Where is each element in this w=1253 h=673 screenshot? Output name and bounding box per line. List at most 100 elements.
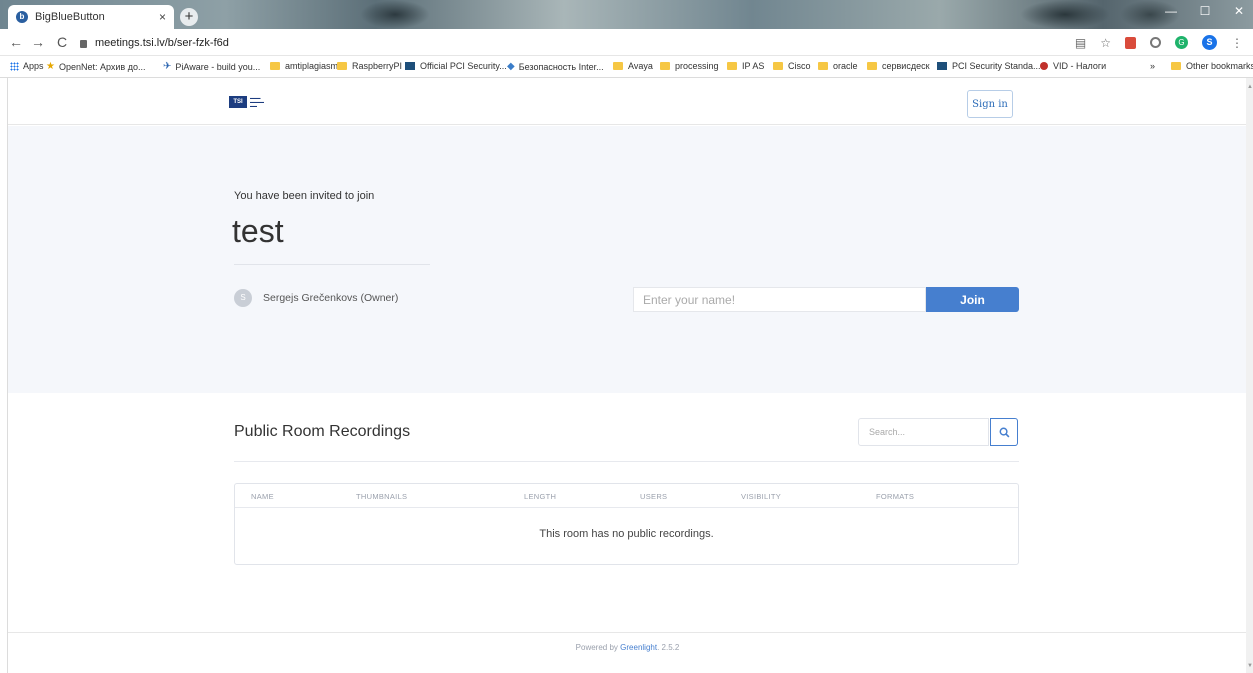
bookmark-label: Avaya (628, 61, 653, 71)
version-text: . 2.5.2 (657, 643, 680, 652)
scroll-down-icon[interactable]: ▼ (1247, 663, 1253, 669)
window-controls: — ☐ ✕ (1163, 4, 1247, 18)
folder-icon (270, 62, 280, 70)
folder-icon (660, 62, 670, 70)
vid-icon (1040, 62, 1048, 70)
page-viewport: TSI ▬▬▬ ▬▬▬▬ ▬▬ Sign in You have been invi… (7, 78, 1247, 673)
url-text: meetings.tsi.lv/b/ser-fzk-f6d (95, 36, 229, 49)
plane-icon: ✈ (163, 61, 172, 72)
divider (234, 461, 1019, 462)
tab-close-icon[interactable]: × (159, 10, 166, 24)
minimize-icon[interactable]: — (1163, 4, 1179, 18)
extension-green-icon[interactable]: G (1175, 36, 1188, 49)
bookmark-amtiplagiasm[interactable]: amtiplagiasm (270, 61, 338, 71)
folder-icon (727, 62, 737, 70)
column-header-users[interactable]: USERS (640, 492, 667, 501)
page-scrollbar[interactable]: ▲ ▼ (1246, 78, 1253, 673)
column-header-thumbnails: THUMBNAILS (356, 492, 408, 501)
bookmark-apps[interactable]: Apps (10, 61, 44, 71)
bookmark-servicedesk[interactable]: сервисдеск (867, 61, 930, 71)
bookmark-ipas[interactable]: IP AS (727, 61, 764, 71)
diamond-icon: ◆ (507, 61, 515, 72)
forward-icon[interactable]: → (30, 34, 46, 50)
extension-office-icon[interactable] (1125, 36, 1136, 49)
table-header: NAME THUMBNAILS LENGTH USERS VISIBILITY … (235, 484, 1018, 508)
bookmark-piaware[interactable]: ✈ PiAware - build you... (163, 61, 260, 72)
bigbluebutton-favicon-icon: b (16, 11, 28, 23)
bookmark-label: VID - Налоги (1053, 61, 1107, 71)
browser-tab[interactable]: b BigBlueButton × (8, 5, 174, 29)
site-header: TSI ▬▬▬ ▬▬▬▬ ▬▬ Sign in (8, 78, 1247, 125)
bookmark-raspberrypi[interactable]: RaspberryPI (337, 61, 402, 71)
empty-recordings-message: This room has no public recordings. (539, 528, 714, 540)
room-name: test (232, 213, 284, 249)
search-input[interactable]: Search... (858, 418, 989, 446)
bookmark-avaya[interactable]: Avaya (613, 61, 653, 71)
bookmark-label: PiAware - build you... (175, 61, 261, 72)
name-input[interactable]: Enter your name! (633, 287, 926, 312)
translate-icon[interactable]: ▤ (1075, 36, 1086, 50)
lock-icon (80, 39, 87, 48)
room-owner: S Sergejs Grečenkovs (Owner) (234, 289, 398, 307)
titlebar-decoration (1020, 0, 1110, 29)
bookmark-pci-standards[interactable]: PCI Security Standa... (937, 61, 1041, 71)
column-header-length[interactable]: LENGTH (524, 492, 556, 501)
bookmark-label: amtiplagiasm (285, 61, 339, 71)
new-tab-button[interactable]: + (180, 8, 198, 26)
bookmark-label: RaspberryPI (352, 61, 403, 71)
bookmark-cisco[interactable]: Cisco (773, 61, 811, 71)
bookmarks-more-button[interactable]: » (1150, 61, 1155, 71)
bookmark-label: processing (675, 61, 719, 71)
search-icon (999, 427, 1009, 437)
bookmark-label: OpenNet: Архив до... (58, 61, 146, 72)
bookmark-opennet[interactable]: ★ OpenNet: Архив до... (46, 61, 145, 72)
folder-icon (337, 62, 347, 70)
column-header-formats: FORMATS (876, 492, 915, 501)
bookmark-star-icon[interactable]: ☆ (1100, 36, 1111, 50)
join-button[interactable]: Join (926, 287, 1019, 312)
divider (234, 264, 430, 265)
browser-titlebar: b BigBlueButton × + — ☐ ✕ (0, 0, 1253, 29)
invited-text: You have been invited to join (234, 190, 375, 202)
folder-icon (613, 62, 623, 70)
bookmark-oracle[interactable]: oracle (818, 61, 858, 71)
bookmark-label: Other bookmarks (1186, 61, 1253, 71)
join-hero (8, 126, 1247, 393)
bookmark-processing[interactable]: processing (660, 61, 719, 71)
menu-dots-icon[interactable]: ⋮ (1231, 36, 1243, 50)
column-header-name[interactable]: NAME (251, 492, 274, 501)
bookmark-label: Apps (23, 61, 44, 71)
logo-wordmark: ▬▬▬ ▬▬▬▬ ▬▬ (250, 96, 264, 108)
chevron-double-icon: » (1150, 61, 1156, 71)
bookmark-label: Cisco (788, 61, 811, 71)
bookmark-pci-official[interactable]: Official PCI Security... (405, 61, 507, 71)
profile-avatar[interactable]: S (1202, 35, 1217, 50)
back-icon[interactable]: ← (8, 34, 24, 50)
column-header-visibility[interactable]: VISIBILITY (741, 492, 781, 501)
bookmark-label: Безопасность Inter... (518, 61, 604, 72)
bookmark-label: Official PCI Security... (420, 61, 507, 71)
tab-title: BigBlueButton (35, 11, 105, 23)
bookmark-label: сервисдеск (882, 61, 930, 71)
greenlight-link[interactable]: Greenlight (620, 643, 657, 652)
bookmark-vid[interactable]: VID - Налоги (1040, 61, 1106, 71)
scroll-up-icon[interactable]: ▲ (1247, 84, 1253, 90)
close-window-icon[interactable]: ✕ (1231, 4, 1247, 18)
folder-icon (1171, 62, 1181, 70)
maximize-icon[interactable]: ☐ (1197, 4, 1213, 18)
recordings-title: Public Room Recordings (234, 423, 411, 440)
tsi-logo[interactable]: TSI ▬▬▬ ▬▬▬▬ ▬▬ (229, 96, 276, 108)
extension-circle-icon[interactable] (1150, 37, 1161, 48)
search-button[interactable] (990, 418, 1018, 446)
address-bar: ← → C meetings.tsi.lv/b/ser-fzk-f6d ▤ ☆ … (0, 29, 1253, 56)
other-bookmarks[interactable]: Other bookmarks (1171, 61, 1253, 71)
reload-icon[interactable]: C (54, 34, 70, 50)
folder-icon (818, 62, 828, 70)
url-field[interactable]: meetings.tsi.lv/b/ser-fzk-f6d (80, 34, 1080, 51)
recordings-table: NAME THUMBNAILS LENGTH USERS VISIBILITY … (234, 483, 1019, 565)
bookmark-security[interactable]: ◆ Безопасность Inter... (507, 61, 604, 72)
sign-in-button[interactable]: Sign in (967, 90, 1013, 118)
apps-grid-icon (10, 61, 19, 71)
bookmark-label: oracle (833, 61, 858, 71)
bookmark-label: PCI Security Standa... (952, 61, 1041, 71)
